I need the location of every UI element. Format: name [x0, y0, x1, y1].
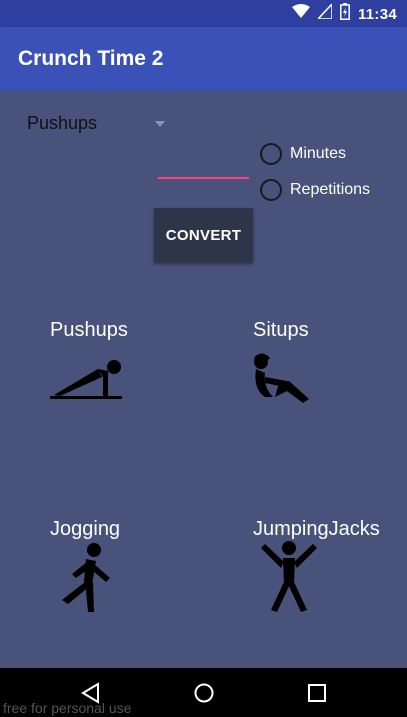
battery-charging-icon [340, 3, 350, 25]
situps-icon [251, 353, 311, 410]
wifi-icon [291, 4, 310, 24]
home-icon[interactable] [193, 682, 215, 704]
recents-icon[interactable] [306, 682, 328, 704]
dropdown-arrow-icon [155, 121, 165, 127]
radio-repetitions-label: Repetitions [290, 181, 371, 198]
main-content: Pushups Minutes Repetitions CONVERT Push… [0, 91, 407, 668]
radio-minutes[interactable]: Minutes [260, 143, 346, 165]
exercise-situps-label: Situps [253, 319, 309, 341]
radio-circle-icon [260, 143, 282, 165]
exercise-pushups-label: Pushups [50, 319, 128, 341]
exercise-jumpingjacks-label: JumpingJacks [253, 518, 380, 540]
radio-minutes-label: Minutes [290, 145, 347, 162]
jogging-icon [60, 542, 112, 619]
amount-input[interactable] [158, 151, 249, 179]
status-icons: 11:34 [291, 1, 397, 25]
jumping-jacks-icon [261, 540, 317, 619]
pushups-icon [50, 355, 124, 406]
exercise-spinner-value: Pushups [27, 113, 98, 133]
exercise-spinner[interactable]: Pushups [27, 111, 172, 135]
status-bar: 11:34 [0, 0, 407, 27]
app-bar: Crunch Time 2 [0, 27, 407, 91]
watermark-text: free for personal use [3, 700, 132, 716]
radio-repetitions[interactable]: Repetitions [260, 179, 370, 201]
app-title: Crunch Time 2 [18, 47, 164, 70]
status-time: 11:34 [357, 5, 397, 23]
convert-button[interactable]: CONVERT [154, 208, 253, 262]
exercise-jogging-label: Jogging [50, 518, 121, 540]
radio-circle-icon [260, 179, 282, 201]
signal-icon [316, 1, 333, 24]
